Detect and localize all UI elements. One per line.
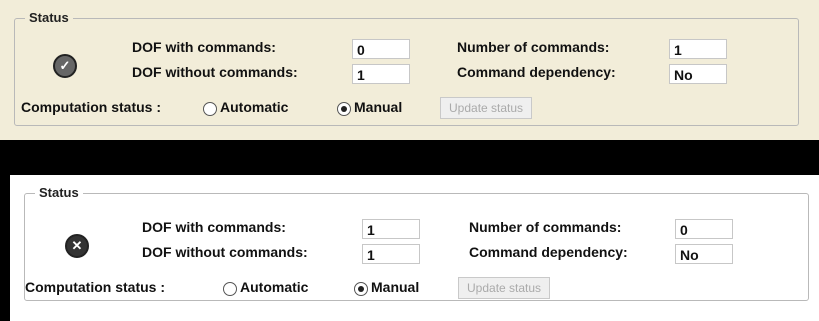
automatic-radio[interactable] <box>223 282 237 296</box>
status-groupbox: Status ✕ DOF with commands: 1 DOF withou… <box>24 185 809 301</box>
automatic-radio-label[interactable]: Automatic <box>220 99 288 115</box>
computation-status-label: Computation status : <box>25 279 165 295</box>
dof-with-commands-label: DOF with commands: <box>142 219 286 235</box>
dof-with-commands-field[interactable]: 0 <box>352 39 410 59</box>
command-dependency-label: Command dependency: <box>469 244 628 260</box>
x-circle-icon: ✕ <box>65 234 89 258</box>
command-dependency-field[interactable]: No <box>675 244 733 264</box>
number-of-commands-label: Number of commands: <box>457 39 610 55</box>
number-of-commands-label: Number of commands: <box>469 219 622 235</box>
groupbox-legend: Status <box>25 10 73 25</box>
update-status-button[interactable]: Update status <box>440 97 533 119</box>
dof-without-commands-field[interactable]: 1 <box>362 244 420 264</box>
number-of-commands-field[interactable]: 1 <box>669 39 727 59</box>
automatic-radio[interactable] <box>203 102 217 116</box>
dof-with-commands-field[interactable]: 1 <box>362 219 420 239</box>
manual-radio-label[interactable]: Manual <box>354 99 402 115</box>
status-groupbox: Status ✓ DOF with commands: 0 DOF withou… <box>14 10 799 126</box>
groupbox-legend: Status <box>35 185 83 200</box>
number-of-commands-field[interactable]: 0 <box>675 219 733 239</box>
manual-radio[interactable] <box>354 282 368 296</box>
command-dependency-label: Command dependency: <box>457 64 616 80</box>
check-circle-icon: ✓ <box>53 54 77 78</box>
dof-without-commands-field[interactable]: 1 <box>352 64 410 84</box>
computation-status-label: Computation status : <box>21 99 161 115</box>
manual-radio-label[interactable]: Manual <box>371 279 419 295</box>
dof-with-commands-label: DOF with commands: <box>132 39 276 55</box>
command-dependency-field[interactable]: No <box>669 64 727 84</box>
update-status-button[interactable]: Update status <box>458 277 551 299</box>
dof-without-commands-label: DOF without commands: <box>142 244 308 260</box>
status-panel-top: Status ✓ DOF with commands: 0 DOF withou… <box>0 0 819 140</box>
dof-without-commands-label: DOF without commands: <box>132 64 298 80</box>
manual-radio[interactable] <box>337 102 351 116</box>
status-panel-bottom: Status ✕ DOF with commands: 1 DOF withou… <box>10 175 819 321</box>
automatic-radio-label[interactable]: Automatic <box>240 279 308 295</box>
